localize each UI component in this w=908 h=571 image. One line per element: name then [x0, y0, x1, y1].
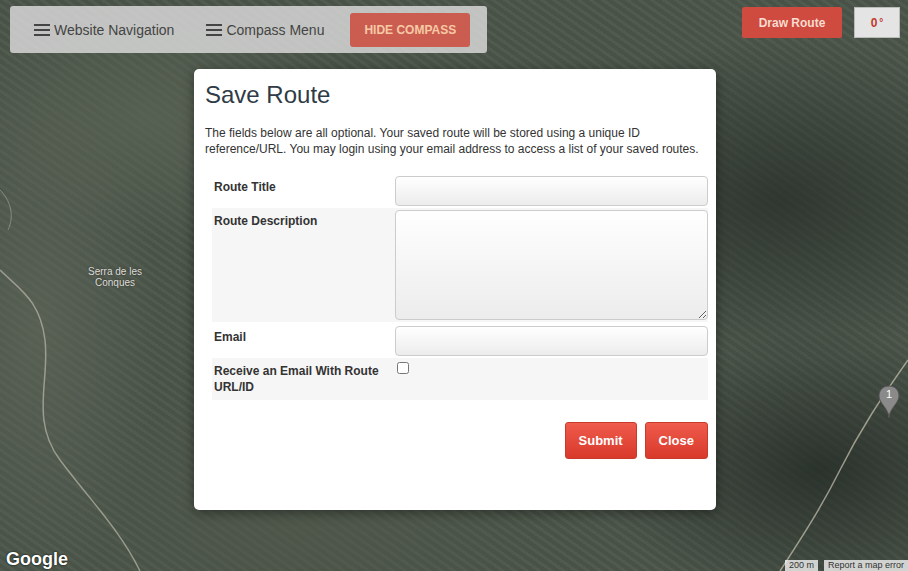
route-marker[interactable]: 1: [878, 385, 900, 419]
toolbar: Website Navigation Compass Menu HIDE COM…: [10, 6, 487, 53]
map-attribution: 200 m Report a map error: [785, 560, 908, 571]
field-label: Route Title: [212, 176, 395, 206]
report-link[interactable]: Report a map error: [824, 560, 908, 571]
hide-compass-button[interactable]: HIDE COMPASS: [350, 13, 470, 47]
text-input[interactable]: [395, 176, 708, 206]
form-row: Route Title: [212, 174, 708, 208]
description-textarea[interactable]: [395, 210, 708, 320]
scale-bar: 200 m: [785, 560, 818, 571]
form-row: Email: [212, 324, 708, 358]
dialog-title: Save Route: [205, 81, 708, 109]
dialog-button[interactable]: Close: [645, 422, 708, 459]
menu-toggle[interactable]: Website Navigation: [34, 22, 174, 38]
form-row: Route Description: [212, 208, 708, 322]
draw-route-button[interactable]: Draw Route: [742, 7, 842, 38]
dialog-description: The fields below are all optional. Your …: [205, 125, 708, 157]
google-logo: Google: [6, 549, 68, 570]
field-label: Route Description: [212, 210, 395, 320]
email-checkbox[interactable]: [397, 362, 409, 374]
hamburger-icon: [206, 24, 222, 36]
hamburger-icon: [34, 24, 50, 36]
save-route-dialog: Save Route The fields below are all opti…: [194, 69, 716, 510]
dialog-button[interactable]: Submit: [565, 422, 637, 459]
route-form: Route Title Route Description Email Rece…: [212, 174, 708, 400]
top-right-controls: Draw Route 0°: [742, 7, 900, 38]
field-label: Email: [212, 326, 395, 356]
map-label: Serra de les Conques: [82, 266, 148, 288]
heading-display: 0°: [854, 7, 900, 38]
map[interactable]: Website Navigation Compass Menu HIDE COM…: [0, 0, 908, 571]
field-label: Receive an Email With Route URL/ID: [212, 360, 395, 398]
dialog-actions: SubmitClose: [205, 422, 708, 459]
text-input[interactable]: [395, 326, 708, 356]
form-row: Receive an Email With Route URL/ID: [212, 358, 708, 400]
menu-toggle[interactable]: Compass Menu: [206, 22, 324, 38]
